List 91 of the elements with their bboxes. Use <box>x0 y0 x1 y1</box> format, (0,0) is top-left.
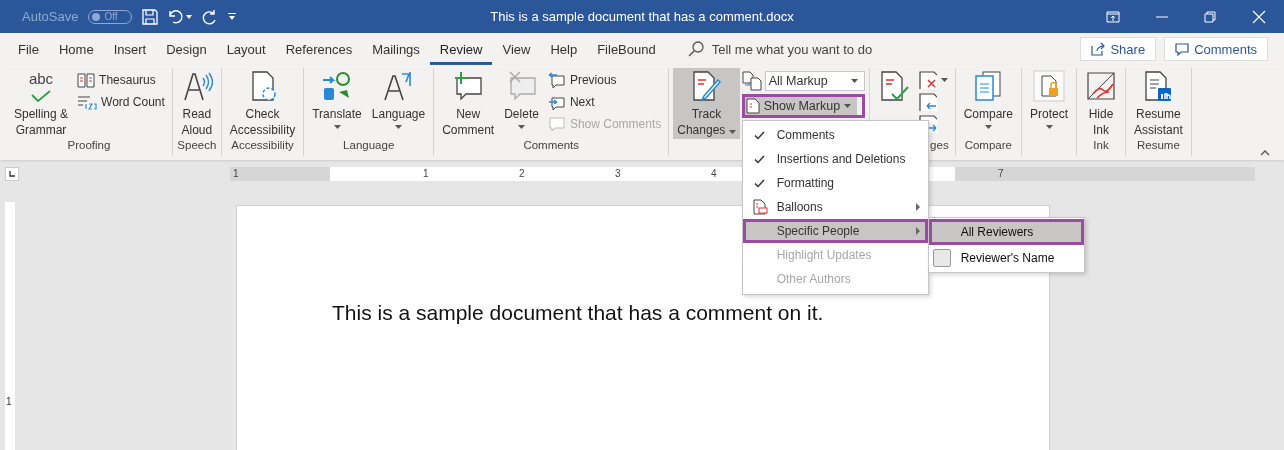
ribbon-tab[interactable]: File <box>8 33 49 65</box>
check-icon <box>754 130 766 140</box>
ribbon-tab[interactable]: Home <box>48 33 104 65</box>
tab-selector[interactable] <box>5 167 19 181</box>
reject-change-icon <box>918 70 937 89</box>
ribbon-button[interactable]: Thesaurus <box>74 69 168 90</box>
ribbon-tab[interactable]: Insert <box>103 33 157 65</box>
ribbon-tab[interactable]: Design <box>156 33 217 65</box>
ribbon-button[interactable]: Word Count <box>74 91 168 112</box>
ribbon-button[interactable]: Track Changes <box>673 68 740 139</box>
caret-icon <box>940 77 948 82</box>
share-icon <box>1091 42 1106 56</box>
menu-item[interactable]: All Reviewers <box>928 219 1084 245</box>
icon-text: abc <box>28 70 54 87</box>
display-markup-icon <box>741 71 762 91</box>
save-icon[interactable] <box>142 8 159 25</box>
book-icon <box>77 71 96 88</box>
group-label: Ink <box>1093 139 1109 151</box>
minimize-icon[interactable] <box>1156 15 1168 18</box>
menu-item[interactable]: Comments <box>742 123 928 147</box>
check-mark-icon <box>31 89 51 102</box>
checkbox[interactable] <box>932 249 951 267</box>
ribbon-button[interactable]: Language <box>367 68 430 139</box>
group-label: Comments <box>523 139 580 151</box>
ribbon-button[interactable]: abc Spelling & Grammar <box>10 68 73 139</box>
caret-icon <box>728 130 736 134</box>
ribbon-button[interactable]: Previous <box>544 69 665 90</box>
group-label: Resume <box>1136 139 1180 151</box>
ribbon-button[interactable]: Resume Assistant <box>1130 68 1187 139</box>
ribbon-button[interactable]: Protect <box>1026 68 1073 139</box>
ribbon-button[interactable]: Hide Ink <box>1081 68 1122 139</box>
autosave-label: AutoSave <box>22 9 79 24</box>
group-label: Language <box>343 139 395 151</box>
left-tab-icon <box>9 171 15 177</box>
group-label: Accessibility <box>231 139 294 151</box>
group-label: Speech <box>177 139 217 151</box>
caret-icon <box>984 125 992 129</box>
ribbon-button[interactable]: Translate <box>308 68 366 139</box>
document-icon <box>745 98 760 114</box>
ribbon-button[interactable]: Delete <box>500 68 543 139</box>
undo-icon[interactable] <box>168 8 185 25</box>
collapse-ribbon-icon[interactable] <box>1260 150 1270 156</box>
close-icon[interactable] <box>1252 9 1266 24</box>
ribbon-button[interactable]: Next <box>544 91 665 112</box>
ribbon-tab[interactable]: Mailings <box>362 33 430 65</box>
new-comment-icon <box>452 70 485 102</box>
caret-icon <box>1045 125 1053 129</box>
restore-icon[interactable] <box>1204 10 1216 23</box>
group-label: Proofing <box>67 139 111 151</box>
comments-button[interactable]: Comments <box>1164 37 1268 61</box>
ribbon-tab[interactable]: References <box>275 33 363 65</box>
menu-item[interactable]: Reviewer's Name <box>928 245 1084 271</box>
check-icon <box>754 178 766 188</box>
search-icon <box>687 41 704 57</box>
ribbon-tab[interactable]: FileBound <box>587 33 666 65</box>
ribbon-button[interactable]: New Comment <box>438 68 499 139</box>
caret-icon <box>186 14 193 19</box>
tell-me-field[interactable]: Tell me what you want to do <box>687 41 873 57</box>
word-count-icon <box>77 93 98 110</box>
comment-icon <box>547 115 566 132</box>
previous-comment-icon <box>547 71 566 88</box>
window-title: This is a sample document that has a comment.docx <box>490 9 794 24</box>
previous-change-icon <box>918 92 937 111</box>
hide-ink-icon <box>1085 70 1118 102</box>
caret-icon <box>844 104 852 108</box>
ribbon-display-icon[interactable] <box>1106 10 1120 23</box>
balloon-document-icon <box>751 199 768 215</box>
share-button[interactable]: Share <box>1080 37 1157 61</box>
menu-item[interactable]: Specific People <box>742 219 928 243</box>
ribbon-tab[interactable]: Help <box>540 33 588 65</box>
ribbon-tab[interactable]: View <box>492 33 541 65</box>
document-text: This is a sample document that has a comment on it. <box>332 301 825 325</box>
caret-icon <box>395 125 402 129</box>
customize-caret-icon[interactable] <box>228 13 237 20</box>
markup-dropdown[interactable]: All Markup <box>764 71 865 91</box>
track-changes-icon <box>690 70 723 102</box>
ribbon-button[interactable]: Read Aloud <box>176 68 217 139</box>
ribbon-tab[interactable]: Layout <box>216 33 276 65</box>
group-label: ges <box>930 139 949 151</box>
ribbon-button[interactable]: Check Accessibility <box>225 68 300 139</box>
translate-icon <box>321 70 353 102</box>
protect-document-icon <box>1033 70 1065 102</box>
check-icon <box>754 154 766 164</box>
menu-item[interactable]: Balloons <box>742 195 928 219</box>
comment-icon <box>1175 42 1190 56</box>
caret-icon <box>850 79 858 83</box>
vertical-ruler: 1 <box>5 202 15 450</box>
group-label: Compare <box>964 139 1012 151</box>
caret-icon <box>333 125 341 129</box>
caret-icon <box>518 125 526 129</box>
ribbon-button[interactable]: Compare <box>959 68 1017 139</box>
